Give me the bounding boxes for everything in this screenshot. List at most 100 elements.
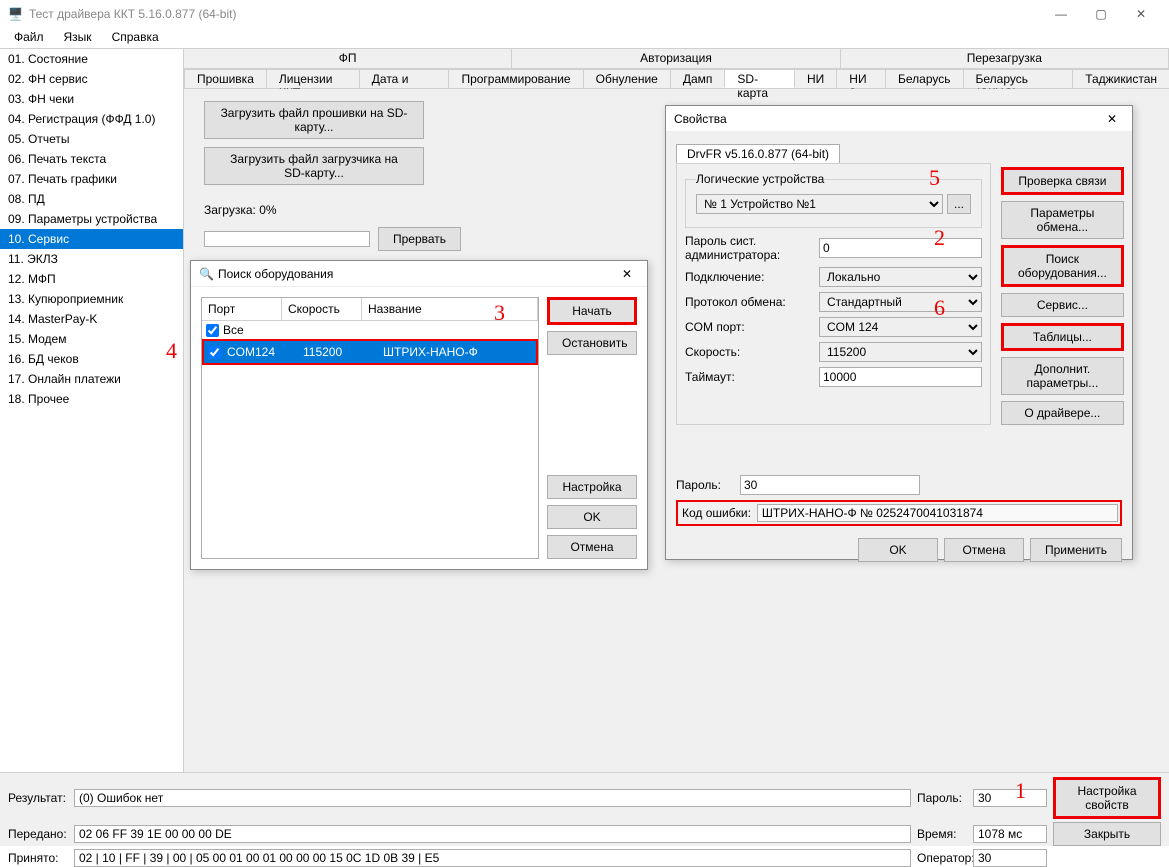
stop-button[interactable]: Остановить xyxy=(547,331,637,355)
abort-button[interactable]: Прервать xyxy=(378,227,461,251)
annotation-2: 2 xyxy=(934,225,945,251)
sidebar-item-16[interactable]: 17. Онлайн платежи xyxy=(0,369,183,389)
props-cancel-button[interactable]: Отмена xyxy=(944,538,1024,562)
device-select[interactable]: № 1 Устройство №1 xyxy=(696,194,943,214)
sub-tab-6[interactable]: SD-карта xyxy=(724,69,795,88)
props-title: Свойства xyxy=(674,112,727,126)
sidebar-item-4[interactable]: 05. Отчеты xyxy=(0,129,183,149)
loading-label: Загрузка: 0% xyxy=(204,203,277,217)
close-button[interactable]: Закрыть xyxy=(1053,822,1161,846)
devices-legend: Логические устройства xyxy=(696,172,824,186)
sidebar-item-12[interactable]: 13. Купюроприемник xyxy=(0,289,183,309)
service-button[interactable]: Сервис... xyxy=(1001,293,1124,317)
error-row: Код ошибки: ШТРИХ-НАНО-Ф № 0252470041031… xyxy=(676,500,1122,526)
com-select[interactable]: COM 124 xyxy=(819,317,982,337)
row-all[interactable]: Все xyxy=(202,321,538,339)
timeout-label: Таймаут: xyxy=(685,370,815,384)
search-dialog-title: Поиск оборудования xyxy=(218,267,333,281)
checkbox-device[interactable] xyxy=(208,346,221,359)
sidebar-item-0[interactable]: 01. Состояние xyxy=(0,49,183,69)
sidebar-item-17[interactable]: 18. Прочее xyxy=(0,389,183,409)
status-pwd-field[interactable]: 30 xyxy=(973,789,1047,807)
annotation-1: 1 xyxy=(1015,778,1026,804)
sidebar-item-8[interactable]: 09. Параметры устройства xyxy=(0,209,183,229)
col-port[interactable]: Порт xyxy=(202,298,282,320)
sub-tab-0[interactable]: Прошивка xyxy=(184,69,267,88)
sidebar-item-6[interactable]: 07. Печать графики xyxy=(0,169,183,189)
device-more-button[interactable]: ... xyxy=(947,194,971,214)
sidebar-item-13[interactable]: 14. MasterPay-K xyxy=(0,309,183,329)
sub-tab-5[interactable]: Дамп xyxy=(670,69,726,88)
timeout-input[interactable] xyxy=(819,367,982,387)
top-tab-0[interactable]: ФП xyxy=(184,49,512,68)
result-label: Результат: xyxy=(8,791,68,805)
speed-select[interactable]: 115200 xyxy=(819,342,982,362)
sidebar-item-2[interactable]: 03. ФН чеки xyxy=(0,89,183,109)
sidebar-item-10[interactable]: 11. ЭКЛЗ xyxy=(0,249,183,269)
checkbox-all[interactable] xyxy=(206,324,219,337)
props-close-icon[interactable]: ✕ xyxy=(1100,112,1124,126)
setup-button[interactable]: Настройка xyxy=(547,475,637,499)
search-hw-button[interactable]: Поиск оборудования... xyxy=(1001,245,1124,287)
col-name[interactable]: Название xyxy=(362,298,538,320)
top-tab-2[interactable]: Перезагрузка xyxy=(841,49,1169,68)
menu-file[interactable]: Файл xyxy=(6,28,52,48)
row-device[interactable]: COM124 115200 ШТРИХ-НАНО-Ф xyxy=(202,339,538,365)
search-ok-button[interactable]: OK xyxy=(547,505,637,529)
protocol-select[interactable]: Стандартный xyxy=(819,292,982,312)
error-value: ШТРИХ-НАНО-Ф № 0252470041031874 xyxy=(757,504,1118,522)
tables-button[interactable]: Таблицы... xyxy=(1001,323,1124,351)
props-ok-button[interactable]: OK xyxy=(858,538,938,562)
error-label: Код ошибки: xyxy=(678,504,755,522)
props-apply-button[interactable]: Применить xyxy=(1030,538,1122,562)
sidebar-item-15[interactable]: 16. БД чеков xyxy=(0,349,183,369)
sub-tab-8[interactable]: НИ 2 xyxy=(836,69,886,88)
cell-speed: 115200 xyxy=(301,343,381,361)
sidebar-item-3[interactable]: 04. Регистрация (ФФД 1.0) xyxy=(0,109,183,129)
about-driver-button[interactable]: О драйвере... xyxy=(1001,401,1124,425)
admin-pwd-input[interactable] xyxy=(819,238,982,258)
sub-tab-4[interactable]: Обнуление xyxy=(583,69,671,88)
version-tab[interactable]: DrvFR v5.16.0.877 (64-bit) xyxy=(676,144,840,163)
minimize-icon[interactable]: — xyxy=(1041,0,1081,28)
top-tab-1[interactable]: Авторизация xyxy=(512,49,840,68)
sidebar-item-14[interactable]: 15. Модем xyxy=(0,329,183,349)
sub-tab-2[interactable]: Дата и время xyxy=(359,69,450,88)
col-speed[interactable]: Скорость xyxy=(282,298,362,320)
statusbar: Результат: (0) Ошибок нет Пароль: 30 Нас… xyxy=(0,772,1169,846)
sub-tab-7[interactable]: НИ xyxy=(794,69,837,88)
sub-tab-9[interactable]: Беларусь xyxy=(885,69,963,88)
connection-select[interactable]: Локально xyxy=(819,267,982,287)
settings-button[interactable]: Настройка свойств xyxy=(1053,777,1161,819)
start-button[interactable]: Начать xyxy=(547,297,637,325)
search-dialog: 🔍 Поиск оборудования ✕ Порт Скорость Наз… xyxy=(190,260,648,570)
window-title: Тест драйвера ККТ 5.16.0.877 (64-bit) xyxy=(29,7,237,21)
annotation-6: 6 xyxy=(934,295,945,321)
menu-language[interactable]: Язык xyxy=(56,28,100,48)
sidebar-item-1[interactable]: 02. ФН сервис xyxy=(0,69,183,89)
props-password-input[interactable] xyxy=(740,475,920,495)
sidebar-item-7[interactable]: 08. ПД xyxy=(0,189,183,209)
maximize-icon[interactable]: ▢ xyxy=(1081,0,1121,28)
load-firmware-button[interactable]: Загрузить файл прошивки на SD-карту... xyxy=(204,101,424,139)
check-connection-button[interactable]: Проверка связи xyxy=(1001,167,1124,195)
load-bootloader-button[interactable]: Загрузить файл загрузчика на SD-карту... xyxy=(204,147,424,185)
sub-tab-3[interactable]: Программирование xyxy=(448,69,583,88)
sub-tab-1[interactable]: Лицензии ККТ xyxy=(266,69,360,88)
extra-params-button[interactable]: Дополнит. параметры... xyxy=(1001,357,1124,395)
admin-pwd-label: Пароль сист. администратора: xyxy=(685,234,815,262)
sidebar-item-11[interactable]: 12. МФП xyxy=(0,269,183,289)
close-icon[interactable]: ✕ xyxy=(1121,0,1161,28)
sub-tab-11[interactable]: Таджикистан xyxy=(1072,69,1169,88)
sub-tab-10[interactable]: Беларусь (СКНО) xyxy=(963,69,1074,88)
sub-tab-row: ПрошивкаЛицензии ККТДата и времяПрограмм… xyxy=(184,69,1169,89)
search-cancel-button[interactable]: Отмена xyxy=(547,535,637,559)
sidebar: 01. Состояние02. ФН сервис03. ФН чеки04.… xyxy=(0,48,184,772)
exchange-params-button[interactable]: Параметры обмена... xyxy=(1001,201,1124,239)
search-close-icon[interactable]: ✕ xyxy=(615,267,639,281)
sidebar-item-5[interactable]: 06. Печать текста xyxy=(0,149,183,169)
sidebar-item-9[interactable]: 10. Сервис xyxy=(0,229,183,249)
annotation-4: 4 xyxy=(166,338,177,364)
com-label: COM порт: xyxy=(685,320,815,334)
menu-help[interactable]: Справка xyxy=(104,28,167,48)
